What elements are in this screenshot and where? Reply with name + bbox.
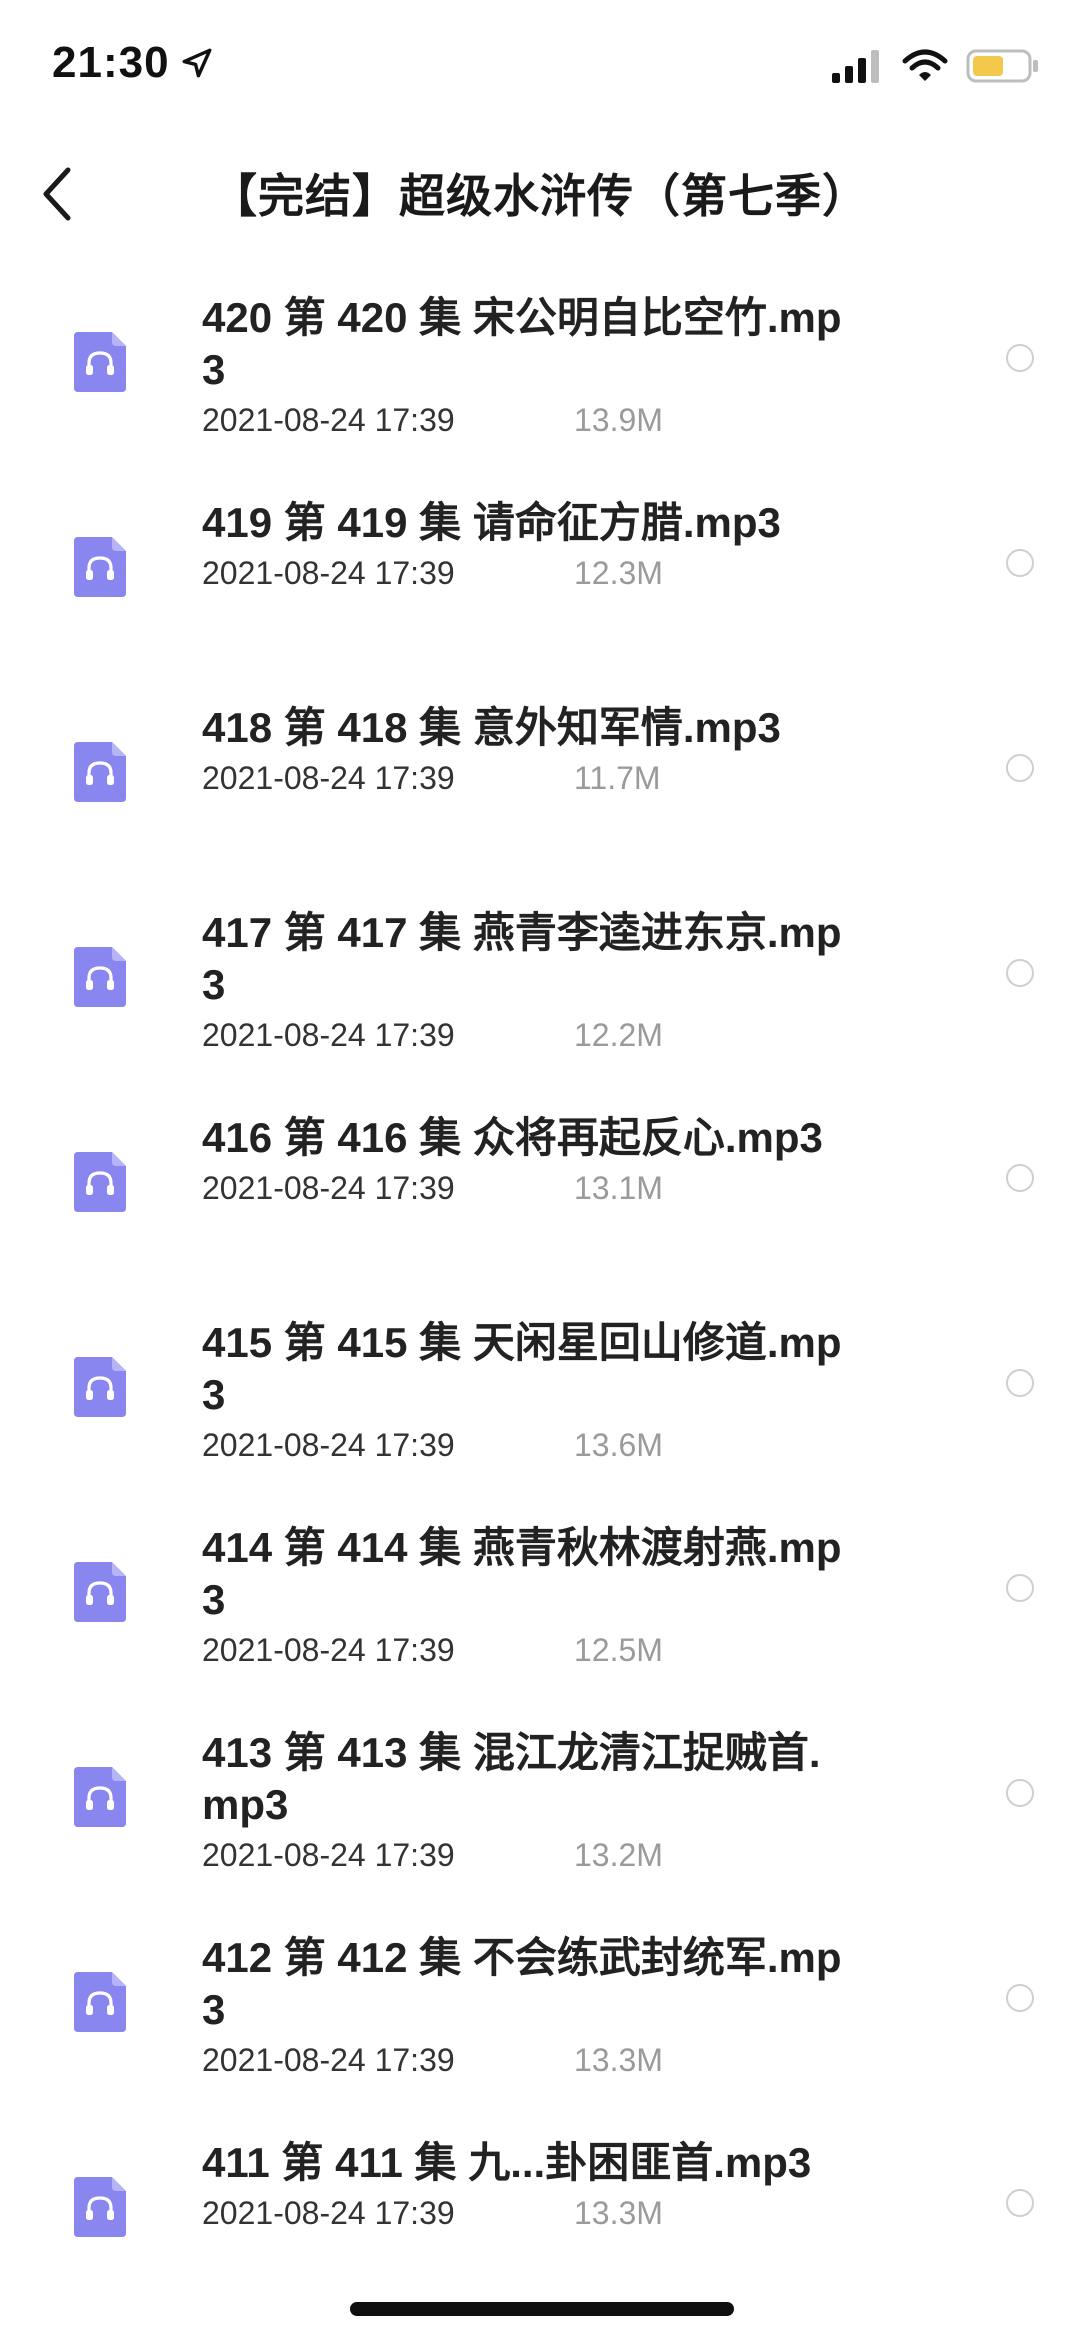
audio-file-icon: [74, 1562, 126, 1622]
file-meta: 2021-08-24 17:39 13.6M: [202, 1427, 842, 1464]
file-meta: 2021-08-24 17:39 13.3M: [202, 2042, 842, 2079]
file-info: 420 第 420 集 宋公明自比空竹.mp3 2021-08-24 17:39…: [202, 292, 842, 439]
file-name: 414 第 414 集 燕青秋林渡射燕.mp3: [202, 1524, 842, 1623]
select-radio[interactable]: [1006, 344, 1034, 372]
file-info: 412 第 412 集 不会练武封统军.mp3 2021-08-24 17:39…: [202, 1932, 842, 2079]
file-info: 413 第 413 集 混江龙清江捉贼首.mp3 2021-08-24 17:3…: [202, 1727, 842, 1874]
list-item[interactable]: 419 第 419 集 请命征方腊.mp3 2021-08-24 17:39 1…: [0, 465, 1080, 670]
file-name: 416 第 416 集 众将再起反心.mp3: [202, 1114, 823, 1161]
wifi-icon: [902, 49, 948, 81]
nav-bar: 【完结】超级水浒传（第七季）: [0, 140, 1080, 250]
file-date: 2021-08-24 17:39: [202, 1017, 455, 1053]
file-info: 419 第 419 集 请命征方腊.mp3 2021-08-24 17:39 1…: [202, 497, 842, 592]
list-item[interactable]: 420 第 420 集 宋公明自比空竹.mp3 2021-08-24 17:39…: [0, 260, 1080, 465]
file-size: 13.3M: [574, 2195, 663, 2231]
file-date: 2021-08-24 17:39: [202, 1170, 455, 1206]
file-info: 411 第 411 集 九...卦困匪首.mp3 2021-08-24 17:3…: [202, 2137, 842, 2232]
file-list: 420 第 420 集 宋公明自比空竹.mp3 2021-08-24 17:39…: [0, 260, 1080, 2310]
file-date: 2021-08-24 17:39: [202, 760, 455, 796]
audio-file-icon: [74, 332, 126, 392]
audio-file-icon: [74, 2177, 126, 2237]
list-item[interactable]: 416 第 416 集 众将再起反心.mp3 2021-08-24 17:39 …: [0, 1080, 1080, 1285]
select-radio[interactable]: [1006, 1369, 1034, 1397]
page-title: 【完结】超级水浒传（第七季）: [211, 170, 869, 222]
file-date: 2021-08-24 17:39: [202, 1427, 455, 1463]
select-radio[interactable]: [1006, 549, 1034, 577]
audio-file-icon: [74, 947, 126, 1007]
file-date: 2021-08-24 17:39: [202, 555, 455, 591]
file-name: 417 第 417 集 燕青李逵进东京.mp3: [202, 909, 842, 1008]
file-meta: 2021-08-24 17:39 12.2M: [202, 1017, 842, 1054]
audio-file-icon: [74, 1972, 126, 2032]
select-radio[interactable]: [1006, 1779, 1034, 1807]
file-size: 12.5M: [574, 1632, 663, 1668]
file-date: 2021-08-24 17:39: [202, 402, 455, 438]
file-info: 418 第 418 集 意外知军情.mp3 2021-08-24 17:39 1…: [202, 702, 842, 797]
audio-file-icon: [74, 742, 126, 802]
status-bar: 21:30: [0, 0, 1080, 130]
file-info: 415 第 415 集 天闲星回山修道.mp3 2021-08-24 17:39…: [202, 1317, 842, 1464]
file-size: 12.2M: [574, 1017, 663, 1053]
file-info: 417 第 417 集 燕青李逵进东京.mp3 2021-08-24 17:39…: [202, 907, 842, 1054]
file-size: 11.7M: [574, 760, 661, 796]
file-size: 13.6M: [574, 1427, 663, 1463]
file-meta: 2021-08-24 17:39 13.2M: [202, 1837, 842, 1874]
file-date: 2021-08-24 17:39: [202, 1837, 455, 1873]
select-radio[interactable]: [1006, 2189, 1034, 2217]
file-meta: 2021-08-24 17:39 13.9M: [202, 402, 842, 439]
file-info: 414 第 414 集 燕青秋林渡射燕.mp3 2021-08-24 17:39…: [202, 1522, 842, 1669]
file-date: 2021-08-24 17:39: [202, 1632, 455, 1668]
cellular-signal-icon: [832, 50, 879, 83]
list-item[interactable]: 417 第 417 集 燕青李逵进东京.mp3 2021-08-24 17:39…: [0, 875, 1080, 1080]
status-time-text: 21:30: [52, 38, 170, 87]
file-name: 413 第 413 集 混江龙清江捉贼首.mp3: [202, 1729, 821, 1828]
select-radio[interactable]: [1006, 754, 1034, 782]
audio-file-icon: [74, 1767, 126, 1827]
file-name: 412 第 412 集 不会练武封统军.mp3: [202, 1934, 842, 2033]
status-icons: [830, 48, 1040, 84]
file-size: 12.3M: [574, 555, 663, 591]
select-radio[interactable]: [1006, 959, 1034, 987]
file-meta: 2021-08-24 17:39 13.3M: [202, 2195, 842, 2232]
file-size: 13.1M: [574, 1170, 663, 1206]
list-item[interactable]: 413 第 413 集 混江龙清江捉贼首.mp3 2021-08-24 17:3…: [0, 1695, 1080, 1900]
list-item[interactable]: 411 第 411 集 九...卦困匪首.mp3 2021-08-24 17:3…: [0, 2105, 1080, 2310]
file-size: 13.3M: [574, 2042, 663, 2078]
select-radio[interactable]: [1006, 1164, 1034, 1192]
list-item[interactable]: 412 第 412 集 不会练武封统军.mp3 2021-08-24 17:39…: [0, 1900, 1080, 2105]
location-arrow-icon: [182, 48, 211, 78]
file-name: 411 第 411 集 九...卦困匪首.mp3: [202, 2139, 812, 2186]
file-date: 2021-08-24 17:39: [202, 2195, 455, 2231]
audio-file-icon: [74, 537, 126, 597]
file-meta: 2021-08-24 17:39 12.5M: [202, 1632, 842, 1669]
file-name: 420 第 420 集 宋公明自比空竹.mp3: [202, 294, 842, 393]
status-time: 21:30: [52, 38, 214, 88]
file-meta: 2021-08-24 17:39 11.7M: [202, 760, 842, 797]
file-info: 416 第 416 集 众将再起反心.mp3 2021-08-24 17:39 …: [202, 1112, 842, 1207]
select-radio[interactable]: [1006, 1574, 1034, 1602]
battery-icon: [966, 49, 1038, 83]
file-name: 418 第 418 集 意外知军情.mp3: [202, 704, 781, 751]
file-size: 13.9M: [574, 402, 663, 438]
list-item[interactable]: 415 第 415 集 天闲星回山修道.mp3 2021-08-24 17:39…: [0, 1285, 1080, 1490]
list-item[interactable]: 414 第 414 集 燕青秋林渡射燕.mp3 2021-08-24 17:39…: [0, 1490, 1080, 1695]
select-radio[interactable]: [1006, 1984, 1034, 2012]
file-meta: 2021-08-24 17:39 13.1M: [202, 1170, 842, 1207]
audio-file-icon: [74, 1357, 126, 1417]
file-meta: 2021-08-24 17:39 12.3M: [202, 555, 842, 592]
file-date: 2021-08-24 17:39: [202, 2042, 455, 2078]
home-indicator: [350, 2302, 734, 2316]
list-item[interactable]: 418 第 418 集 意外知军情.mp3 2021-08-24 17:39 1…: [0, 670, 1080, 875]
file-name: 419 第 419 集 请命征方腊.mp3: [202, 499, 781, 546]
file-name: 415 第 415 集 天闲星回山修道.mp3: [202, 1319, 842, 1418]
file-size: 13.2M: [574, 1837, 663, 1873]
audio-file-icon: [74, 1152, 126, 1212]
